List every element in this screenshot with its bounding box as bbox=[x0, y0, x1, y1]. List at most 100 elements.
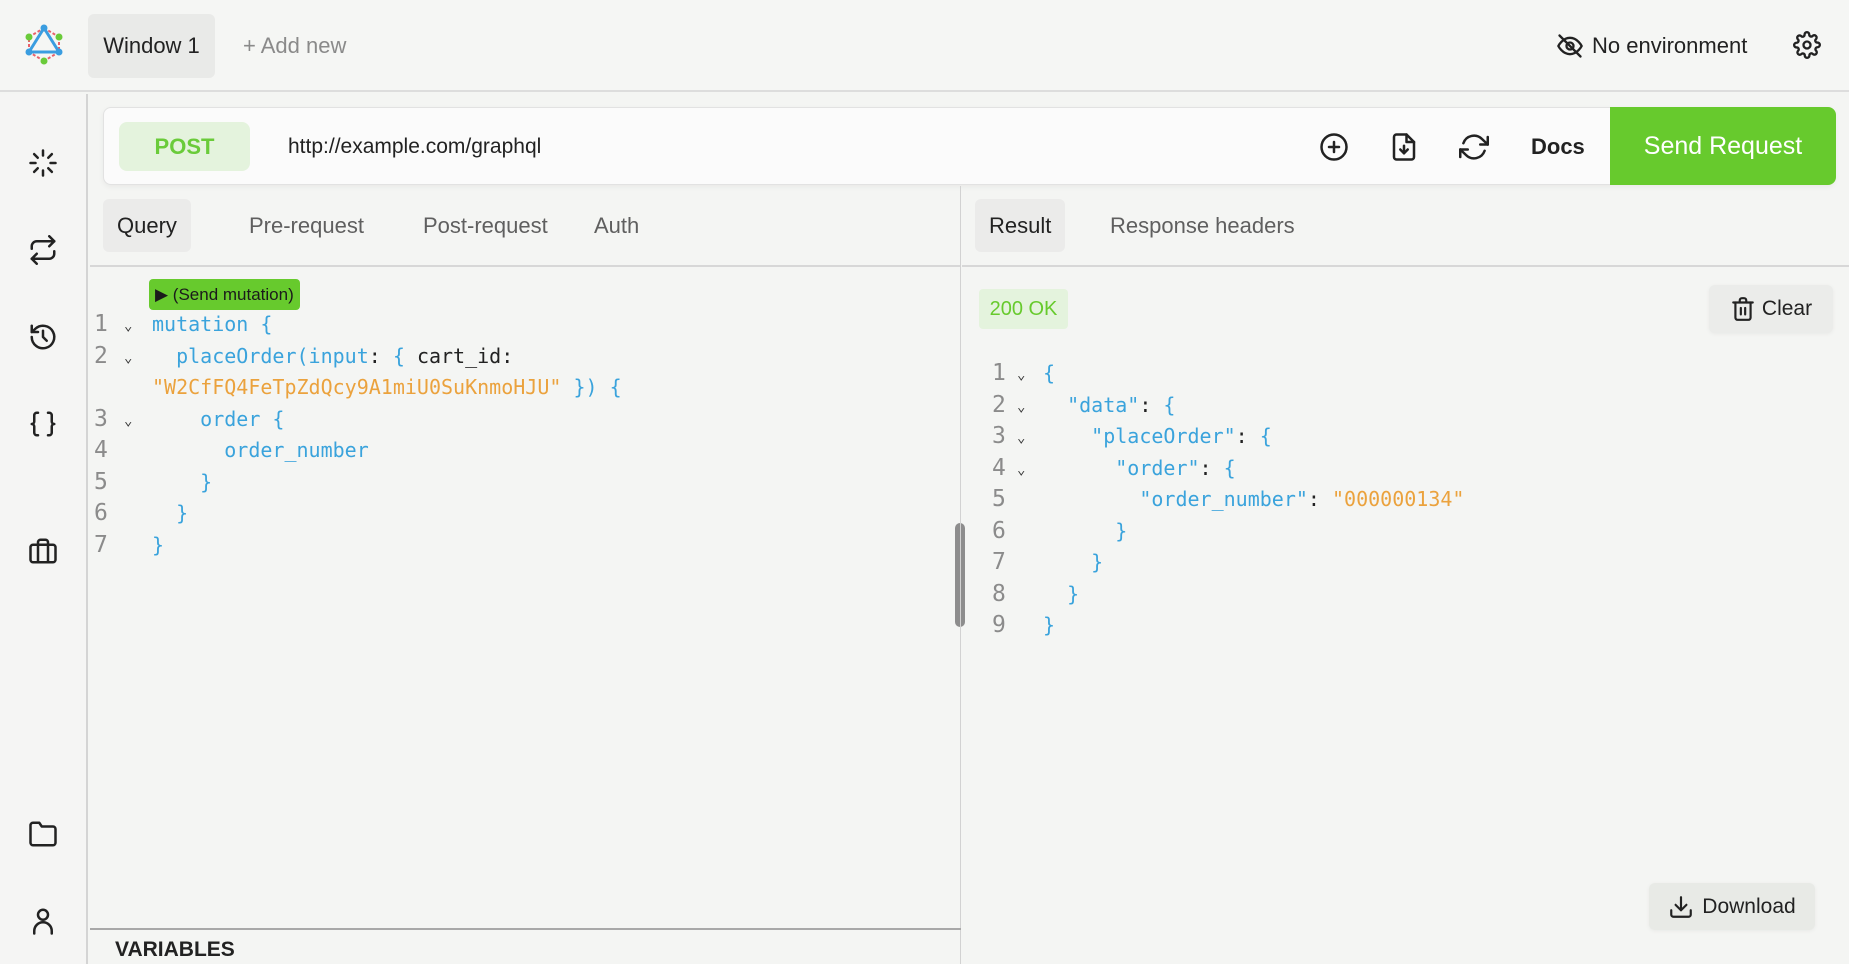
code-token: } bbox=[152, 501, 189, 525]
query-panel: Query Pre-request Post-request Auth ▶ (S… bbox=[90, 186, 961, 964]
refresh-icon[interactable] bbox=[1459, 132, 1489, 162]
sparkle-icon[interactable] bbox=[28, 148, 58, 178]
fold-chevron-icon[interactable]: ⌄ bbox=[1017, 392, 1025, 423]
sidebar bbox=[0, 94, 88, 964]
code-token: } bbox=[152, 532, 165, 557]
code-text: } bbox=[152, 498, 188, 529]
code-token: { bbox=[1043, 361, 1056, 385]
tab-post-request[interactable]: Post-request bbox=[409, 199, 562, 252]
environment-label: No environment bbox=[1592, 33, 1748, 58]
line-number: 2 bbox=[992, 391, 1006, 418]
add-new-window-button[interactable]: + Add new bbox=[243, 14, 346, 78]
result-panel: Result Response headers 200 OK Clear 1 ⌄ {… bbox=[962, 186, 1849, 964]
repeat-icon[interactable] bbox=[28, 235, 58, 265]
tab-auth[interactable]: Auth bbox=[580, 199, 653, 252]
line-number: 5 bbox=[992, 486, 1006, 512]
clear-button[interactable]: Clear bbox=[1709, 285, 1833, 333]
code-text: "order_number": "000000134" bbox=[1043, 484, 1464, 515]
code-text: } bbox=[152, 467, 212, 498]
tab-response-headers[interactable]: Response headers bbox=[1096, 199, 1309, 252]
code-text: order_number bbox=[152, 435, 369, 466]
fold-chevron-icon[interactable]: ⌄ bbox=[1017, 360, 1025, 391]
code-token: } bbox=[1043, 613, 1056, 637]
url-input[interactable] bbox=[274, 122, 1274, 171]
docs-button[interactable]: Docs bbox=[1531, 122, 1585, 171]
code-text: } bbox=[1043, 610, 1055, 641]
line-number: 7 bbox=[992, 549, 1006, 575]
code-token: placeOrder(input bbox=[152, 343, 369, 368]
code-token: : bbox=[1307, 487, 1332, 511]
fold-chevron-icon[interactable]: ⌄ bbox=[124, 406, 132, 437]
code-token: : bbox=[1235, 424, 1260, 448]
download-label: Download bbox=[1702, 894, 1796, 918]
tab-pre-request[interactable]: Pre-request bbox=[235, 199, 378, 252]
code-text: } bbox=[1043, 547, 1103, 578]
code-token: { bbox=[1163, 392, 1176, 417]
folder-icon[interactable] bbox=[28, 819, 58, 849]
code-text: order { bbox=[152, 404, 284, 435]
line-number: 6 bbox=[992, 517, 1006, 544]
file-download-icon[interactable] bbox=[1389, 132, 1419, 162]
code-token: : bbox=[368, 343, 393, 368]
code-token: { bbox=[1223, 455, 1236, 480]
send-request-button[interactable]: Send Request bbox=[1610, 107, 1836, 185]
code-token: "order_number" bbox=[1043, 487, 1308, 511]
send-mutation-button[interactable]: ▶ (Send mutation) bbox=[149, 279, 300, 310]
code-token: : bbox=[1199, 455, 1224, 480]
window-tab[interactable]: Window 1 bbox=[88, 14, 215, 78]
line-number: 4 bbox=[992, 454, 1006, 481]
code-token: mutation { bbox=[152, 312, 273, 336]
code-token: "000000134" bbox=[1332, 487, 1465, 511]
code-text: "order": { bbox=[1043, 453, 1236, 484]
panel-divider bbox=[960, 186, 961, 964]
variables-section: VARIABLES bbox=[90, 928, 961, 964]
history-icon[interactable] bbox=[28, 322, 58, 352]
code-text: } bbox=[152, 530, 164, 561]
code-token: order { bbox=[152, 406, 285, 431]
query-tabs: Query Pre-request Post-request Auth bbox=[90, 186, 961, 267]
eye-off-icon bbox=[1557, 34, 1583, 58]
http-method-selector[interactable]: POST bbox=[119, 122, 250, 171]
fold-chevron-icon[interactable]: ⌄ bbox=[124, 343, 132, 374]
code-text: "placeOrder": { bbox=[1043, 421, 1272, 452]
code-text: "W2CfFQ4FeTpZdQcy9A1miU0SuKnmoHJU" }) { bbox=[152, 372, 622, 403]
line-number: 2 bbox=[94, 342, 108, 369]
code-token: } bbox=[1043, 581, 1080, 606]
request-bar: POST Docs Send Request bbox=[103, 107, 1836, 185]
code-token: "placeOrder" bbox=[1043, 424, 1236, 448]
code-text: placeOrder(input: { cart_id: bbox=[152, 341, 513, 372]
code-token: : bbox=[1139, 392, 1164, 417]
code-token: { bbox=[1259, 424, 1272, 448]
code-token: } bbox=[1043, 518, 1128, 543]
line-number: 3 bbox=[94, 405, 108, 432]
line-number: 3 bbox=[992, 423, 1006, 449]
environment-selector[interactable]: No environment bbox=[1556, 28, 1747, 64]
line-number: 6 bbox=[94, 500, 108, 526]
line-number: 7 bbox=[94, 531, 108, 558]
user-icon[interactable] bbox=[28, 906, 58, 936]
fold-chevron-icon[interactable]: ⌄ bbox=[124, 311, 132, 342]
code-token: "order" bbox=[1043, 455, 1200, 480]
code-token: } bbox=[1043, 550, 1104, 574]
braces-icon[interactable] bbox=[28, 409, 58, 439]
code-text: { bbox=[1043, 358, 1055, 389]
plus-circle-icon[interactable] bbox=[1319, 132, 1349, 162]
download-icon bbox=[1670, 895, 1693, 918]
download-button[interactable]: Download bbox=[1649, 883, 1815, 930]
tab-query[interactable]: Query bbox=[103, 199, 191, 252]
code-token: { bbox=[392, 343, 417, 368]
graphql-logo-icon bbox=[22, 22, 66, 66]
line-number: 4 bbox=[94, 437, 108, 463]
gear-icon[interactable] bbox=[1793, 31, 1821, 59]
fold-chevron-icon[interactable]: ⌄ bbox=[1017, 455, 1025, 486]
fold-chevron-icon[interactable]: ⌄ bbox=[1017, 423, 1025, 454]
briefcase-icon[interactable] bbox=[28, 536, 58, 566]
variables-toggle[interactable]: VARIABLES bbox=[115, 938, 235, 962]
code-token: order_number bbox=[152, 438, 369, 462]
code-token: "data" bbox=[1043, 392, 1140, 417]
line-number: 1 bbox=[94, 311, 108, 337]
trash-icon bbox=[1732, 297, 1754, 321]
tab-result[interactable]: Result bbox=[975, 199, 1066, 252]
code-text: "data": { bbox=[1043, 390, 1175, 421]
code-text: mutation { bbox=[152, 309, 272, 340]
